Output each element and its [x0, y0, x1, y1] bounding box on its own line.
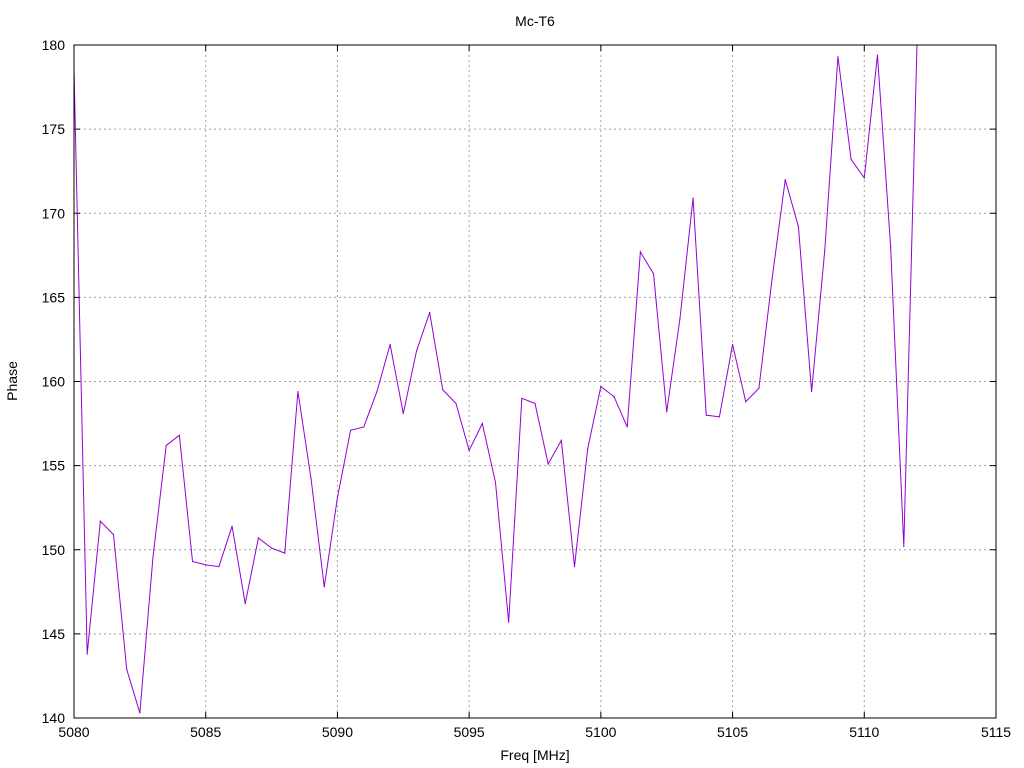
data-point: [534, 402, 536, 404]
grid: [74, 45, 996, 718]
data-point: [508, 621, 510, 623]
data-point: [178, 434, 180, 436]
data-point: [494, 481, 497, 484]
data-point: [257, 537, 259, 539]
y-tick-label: 160: [42, 374, 66, 390]
data-point: [231, 525, 233, 527]
data-point: [468, 449, 470, 452]
data-point: [731, 343, 734, 346]
data-point: [389, 343, 391, 346]
phase-chart: Mc-T6 5080 5085 5090 5095 5100 5105 5110 5115 14…: [4, 13, 1012, 763]
data-point: [481, 422, 483, 425]
y-tick-label: 150: [42, 542, 66, 558]
data-point: [692, 197, 694, 199]
data-point: [600, 385, 602, 388]
y-tick-label: 175: [42, 121, 66, 137]
data-point: [666, 411, 668, 413]
series-layer: [73, 44, 918, 714]
data-point: [837, 56, 839, 58]
data-point: [613, 396, 615, 398]
data-point: [191, 560, 194, 563]
data-point: [758, 387, 760, 389]
data-point: [86, 653, 88, 655]
x-tick-label: 5105: [717, 724, 748, 740]
data-point: [679, 318, 681, 320]
data-point: [442, 389, 444, 391]
data-point: [376, 390, 378, 393]
data-point: [205, 564, 207, 566]
data-point: [639, 251, 641, 253]
data-point: [350, 429, 352, 431]
x-tick-label: 5100: [585, 724, 616, 740]
data-point: [587, 448, 589, 450]
data-point: [415, 350, 418, 352]
data-point: [863, 177, 865, 179]
data-point: [850, 158, 852, 161]
tick-labels: 5080 5085 5090 5095 5100 5105 5110 5115 140 145 15…: [42, 37, 1012, 740]
data-point: [797, 226, 800, 228]
data-point: [336, 496, 339, 499]
y-tick-label: 145: [42, 626, 66, 642]
data-point: [705, 414, 707, 416]
data-point: [824, 249, 826, 251]
data-point: [903, 545, 905, 547]
x-axis-title: Freq [MHz]: [500, 747, 569, 763]
data-point: [573, 565, 576, 568]
x-tick-label: 5085: [190, 724, 221, 740]
x-tick-label: 5080: [58, 724, 89, 740]
data-point: [99, 520, 101, 522]
data-point: [745, 401, 747, 403]
data-point: [652, 273, 655, 275]
data-point: [876, 54, 879, 56]
data-point: [402, 412, 404, 415]
y-tick-label: 170: [42, 205, 66, 221]
data-point: [152, 555, 154, 558]
y-tick-label: 180: [42, 37, 66, 53]
data-point: [560, 439, 562, 441]
data-point: [547, 463, 549, 465]
x-tick-label: 5115: [981, 724, 1011, 740]
data-point: [784, 179, 786, 181]
data-point: [165, 444, 167, 447]
y-axis-title: Phase: [4, 361, 20, 401]
data-point: [310, 478, 312, 480]
data-point: [521, 397, 523, 399]
data-point: [126, 668, 128, 670]
x-tick-label: 5095: [454, 724, 485, 740]
y-tick-label: 140: [42, 710, 66, 726]
data-point: [284, 552, 286, 554]
data-point: [139, 712, 141, 714]
data-point: [323, 586, 325, 588]
data-point: [455, 402, 457, 404]
y-tick-label: 165: [42, 289, 66, 305]
data-point: [718, 416, 721, 418]
data-point: [270, 547, 273, 549]
chart-title: Mc-T6: [515, 13, 555, 29]
y-tick-label: 155: [42, 458, 66, 474]
series-line: [73, 44, 918, 714]
data-point: [811, 390, 813, 393]
data-point: [890, 246, 892, 248]
data-point: [429, 311, 431, 314]
data-point: [218, 565, 220, 568]
data-point: [244, 602, 246, 605]
x-tick-label: 5090: [322, 724, 353, 740]
data-point: [363, 426, 365, 428]
x-tick-label: 5110: [849, 724, 879, 740]
data-point: [112, 534, 115, 536]
data-point: [626, 426, 628, 428]
data-point: [297, 390, 299, 393]
data-point: [771, 278, 773, 280]
